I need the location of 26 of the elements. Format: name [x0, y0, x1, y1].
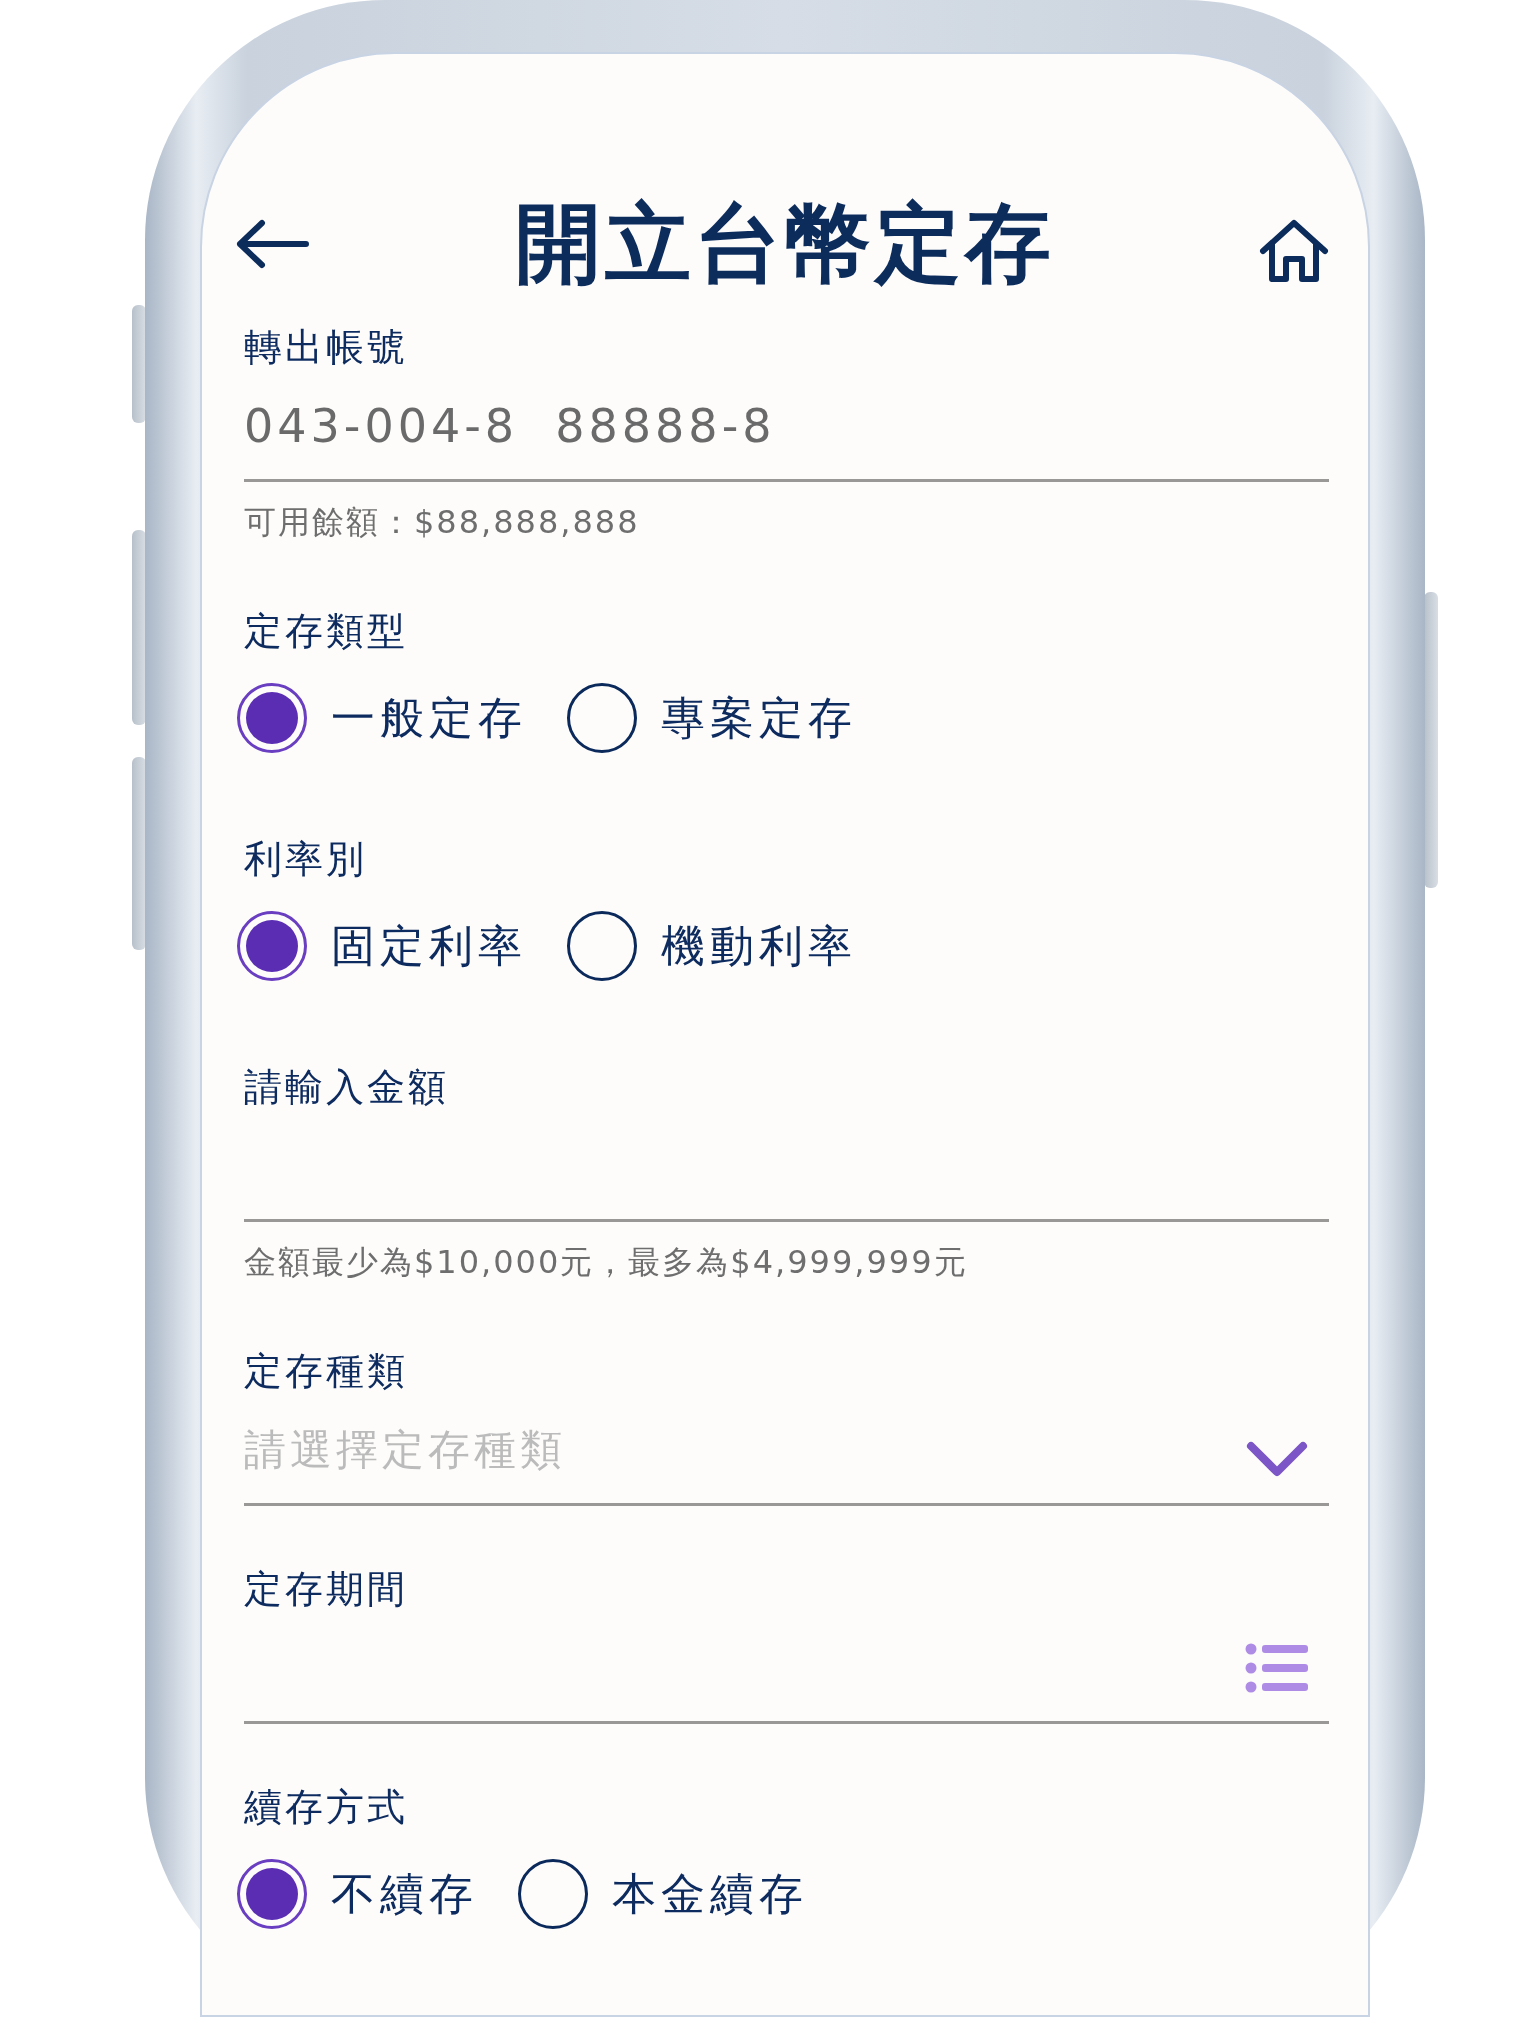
balance-text: 可用餘額：$88,888,888	[244, 502, 641, 542]
radio-option[interactable]: 一般定存	[237, 683, 527, 753]
radio-option[interactable]: 專案定存	[567, 683, 857, 753]
page-title: 開立台幣定存	[514, 191, 1055, 295]
list-icon	[1245, 1642, 1309, 1693]
amount-hint: 金額最少為$10,000元，最多為$4,999,999元	[244, 1242, 969, 1282]
radio-option[interactable]: 固定利率	[237, 911, 527, 981]
radio-option[interactable]: 機動利率	[567, 911, 857, 981]
radio-button[interactable]	[567, 683, 637, 753]
radio-button[interactable]	[237, 1859, 307, 1929]
home-icon[interactable]	[1259, 219, 1329, 283]
radio-button[interactable]	[237, 911, 307, 981]
radio-button[interactable]	[237, 683, 307, 753]
field-label: 請輸入金額	[244, 1064, 450, 1111]
field-label: 轉出帳號	[244, 324, 409, 371]
field-label: 定存類型	[244, 608, 409, 655]
field-label: 定存種類	[244, 1348, 409, 1395]
field-label: 續存方式	[244, 1784, 409, 1831]
radio-option[interactable]: 不續存	[237, 1859, 478, 1929]
radio-option[interactable]: 本金續存	[518, 1859, 808, 1929]
radio-button[interactable]	[567, 911, 637, 981]
radio-button[interactable]	[518, 1859, 588, 1929]
account-number: 043-004-8 88888-8	[244, 398, 776, 453]
field-label: 利率別	[244, 836, 368, 883]
field-label: 定存期間	[244, 1566, 409, 1613]
back-arrow-icon[interactable]	[234, 219, 310, 269]
